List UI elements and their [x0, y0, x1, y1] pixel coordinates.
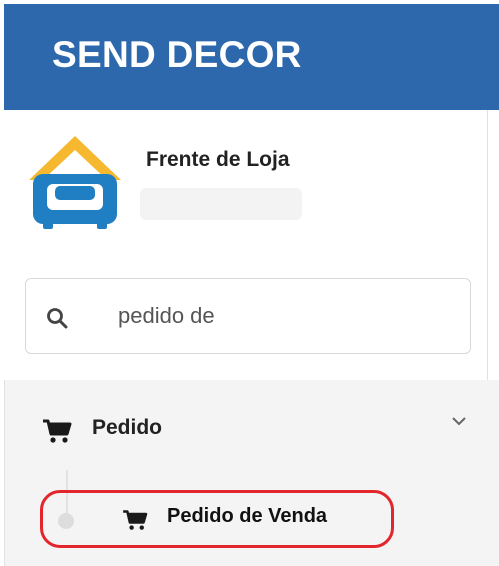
chevron-down-icon[interactable]: [450, 414, 468, 428]
armchair-house-logo: [29, 136, 121, 229]
menu-item-pedido[interactable]: Pedido: [4, 390, 487, 462]
user-status-redacted: [140, 188, 302, 220]
brand-title[interactable]: SEND DECOR: [52, 34, 302, 76]
cart-icon: [43, 419, 72, 443]
user-name: Frente de Loja: [146, 148, 290, 171]
search-icon: [47, 308, 68, 329]
submenu-item-pedido-de-venda[interactable]: Pedido de Venda: [40, 490, 394, 548]
menu-item-label: Pedido: [92, 416, 163, 439]
menu-search-box[interactable]: pedido de: [25, 278, 471, 354]
sidebar-header: SEND DECOR: [4, 4, 499, 110]
search-input[interactable]: pedido de: [118, 303, 215, 329]
submenu-item-label: Pedido de Venda: [167, 505, 328, 527]
panel-divider: [487, 110, 499, 380]
cart-icon: [123, 510, 148, 530]
